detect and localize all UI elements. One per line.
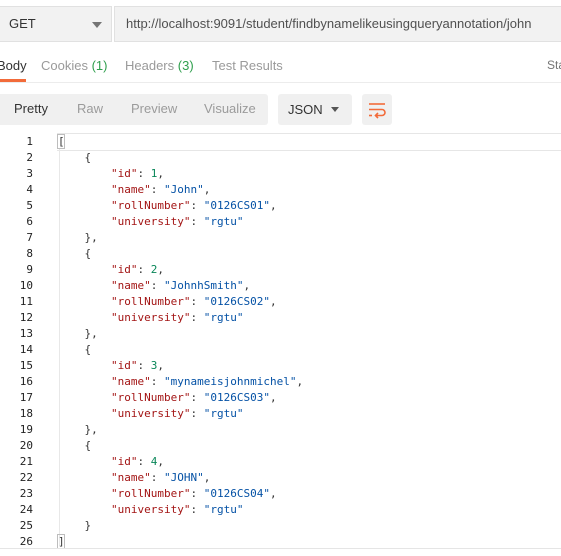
mode-visualize[interactable]: Visualize [204, 101, 256, 116]
tab-test-results[interactable]: Test Results [212, 58, 283, 73]
tab-cookies[interactable]: Cookies (1) [41, 58, 107, 73]
code-line: } [58, 519, 92, 532]
chevron-down-icon [331, 107, 339, 112]
tab-count: (3) [177, 58, 194, 73]
line-number: 17 [19, 391, 33, 404]
code-line: "name": "John", [110, 183, 211, 196]
line-number: 8 [26, 247, 33, 260]
request-bar: GET http://localhost:9091/student/findby… [0, 0, 561, 48]
method-select[interactable]: GET [0, 6, 112, 42]
code-line: { [58, 247, 92, 260]
mode-pretty[interactable]: Pretty [14, 101, 48, 116]
code-line: "rollNumber": "0126CS03", [110, 391, 277, 404]
line-number: 13 [19, 327, 33, 340]
code-line: "rollNumber": "0126CS02", [110, 295, 277, 308]
tab-headers[interactable]: Headers (3) [125, 58, 194, 73]
line-number: 21 [19, 455, 33, 468]
code-line: "university": "rgtu" [110, 407, 244, 420]
line-number: 1 [26, 135, 33, 148]
code-line: "id": 1, [110, 167, 164, 180]
active-line-highlight [57, 133, 561, 151]
code-line: "university": "rgtu" [110, 503, 244, 516]
line-number: 23 [19, 487, 33, 500]
line-number: 20 [19, 439, 33, 452]
line-number: 15 [19, 359, 33, 372]
line-number: 5 [26, 199, 33, 212]
line-number: 7 [26, 231, 33, 244]
status-label: Sta [547, 58, 561, 72]
response-tabs: Body Cookies (1) Headers (3) Test Result… [0, 52, 561, 83]
code-line: "university": "rgtu" [110, 311, 244, 324]
code-line: "name": "JOHN", [110, 471, 211, 484]
line-number: 10 [19, 279, 33, 292]
language-label: JSON [288, 102, 323, 117]
tab-label: Cookies [41, 58, 88, 73]
tab-label: Test Results [212, 58, 283, 73]
code-line: { [58, 343, 92, 356]
code-line: "name": "JohnhSmith", [110, 279, 251, 292]
active-tab-indicator [0, 79, 26, 82]
code-line: "id": 3, [110, 359, 164, 372]
line-number: 14 [19, 343, 33, 356]
wrap-lines-icon [369, 103, 386, 119]
wrap-lines-button[interactable] [362, 94, 392, 125]
language-select[interactable]: JSON [278, 94, 352, 125]
code-line: { [58, 151, 92, 164]
tab-label: Body [0, 58, 27, 73]
bracket-match-highlight [57, 134, 65, 149]
tab-count: (1) [91, 58, 108, 73]
response-body-editor[interactable]: 1[2 {3 "id": 1, 4 "name": "John", 5 "rollN… [0, 133, 561, 550]
mode-preview[interactable]: Preview [131, 101, 177, 116]
line-number: 6 [26, 215, 33, 228]
mode-raw[interactable]: Raw [77, 101, 103, 116]
line-number: 18 [19, 407, 33, 420]
line-number: 19 [19, 423, 33, 436]
line-number: 12 [19, 311, 33, 324]
format-toolbar: Pretty Raw Preview Visualize JSON [0, 94, 561, 126]
line-number: 3 [26, 167, 33, 180]
chevron-down-icon [92, 22, 102, 28]
line-number: 16 [19, 375, 33, 388]
line-number: 2 [26, 151, 33, 164]
code-line: { [58, 439, 92, 452]
url-input[interactable]: http://localhost:9091/student/findbyname… [114, 6, 561, 42]
code-line: "name": "mynameisjohnmichel", [110, 375, 304, 388]
tab-label: Headers [125, 58, 175, 73]
method-label: GET [9, 16, 36, 31]
code-line: "university": "rgtu" [110, 215, 244, 228]
tab-body[interactable]: Body [0, 58, 27, 73]
line-number: 9 [26, 263, 33, 276]
line-number: 24 [19, 503, 33, 516]
line-number: 25 [19, 519, 33, 532]
code-line: "id": 4, [110, 455, 164, 468]
code-line: "id": 2, [110, 263, 164, 276]
code-line: "rollNumber": "0126CS04", [110, 487, 277, 500]
line-number: 4 [26, 183, 33, 196]
divider [0, 548, 561, 549]
code-line: }, [58, 231, 98, 244]
view-mode-switch: Pretty Raw Preview Visualize [0, 94, 268, 125]
code-line: }, [58, 327, 98, 340]
code-line: }, [58, 423, 98, 436]
code-line: "rollNumber": "0126CS01", [110, 199, 277, 212]
line-number: 11 [19, 295, 33, 308]
bracket-match-highlight [57, 534, 65, 549]
line-number: 22 [19, 471, 33, 484]
